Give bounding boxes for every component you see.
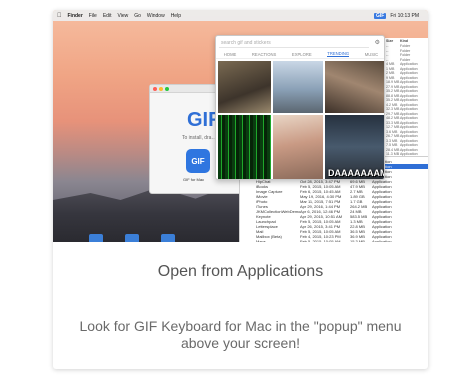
menu-file: File [84,12,97,19]
gif-tile[interactable] [273,61,323,113]
minimize-dot-icon [159,86,163,91]
menubar-clock: Fri 10:13 PM [390,12,419,19]
popup-tabs: HOME REACTIONS EXPLORE TRENDING MUSIC [216,50,384,59]
gif-search-input[interactable]: search gif and stickers [219,39,369,48]
menu-window: Window [142,12,165,19]
gif-tile[interactable] [325,61,384,113]
installer-app-name: GIF for Mac [183,177,205,182]
mac-menubar:  Finder File Edit View Go Window Help G… [53,10,428,21]
finder-row-kind: Application [372,239,392,242]
gif-tile[interactable] [218,61,271,113]
gear-icon[interactable]: ⚙ [375,39,380,46]
finder-row[interactable]: Maps Feb 5, 2015, 10:05 AM 15.3 MB Applicat… [240,239,428,242]
menu-edit: Edit [98,12,112,19]
side-header-kind: Kind [400,39,408,44]
finder-row-size: 15.3 MB [350,239,365,242]
tab-music[interactable]: MUSIC [365,52,379,57]
side-header: Size Kind [384,39,428,44]
tab-reactions[interactable]: REACTIONS [252,52,276,57]
finder-row-name: Maps [256,239,266,242]
finder-side-columns: Size Kind -- Folder -- Folder -- Folder -- Fold… [383,38,428,156]
menu-go: Go [129,12,141,19]
tab-trending[interactable]: TRENDING [327,51,350,57]
menu-view: View [112,12,128,19]
gif-keyboard-popup: search gif and stickers ⚙ HOME REACTIONS… [215,35,385,180]
zoom-dot-icon [165,86,169,91]
card-body: Look for GIF Keyboard for Mac in the "po… [79,318,402,351]
dock-item[interactable] [161,234,175,242]
gif-tile[interactable] [218,115,271,179]
tab-explore[interactable]: EXPLORE [292,52,312,57]
dock [89,234,175,242]
finder-row-date: Feb 5, 2015, 10:05 AM [300,239,341,242]
menu-finder: Finder [63,12,83,19]
installer-hint: To install, dra… [182,135,217,141]
card-title: Open from Applications [157,263,324,280]
gif-menubar-icon: GIF [374,12,387,19]
tab-home[interactable]: HOME [224,52,237,57]
dock-item[interactable] [125,234,139,242]
gif-app-icon: GIF [186,149,210,173]
gif-caption: DAAAAAAAMN [328,168,384,178]
apple-icon:  [57,13,62,19]
close-dot-icon [153,86,157,91]
side-header-size: Size [386,39,394,44]
instruction-card:  Finder File Edit View Go Window Help G… [53,10,428,369]
dock-item[interactable] [89,234,103,242]
screenshot-illustration:  Finder File Edit View Go Window Help G… [53,10,428,242]
gif-tile[interactable] [273,115,323,179]
menu-help: Help [166,12,181,19]
